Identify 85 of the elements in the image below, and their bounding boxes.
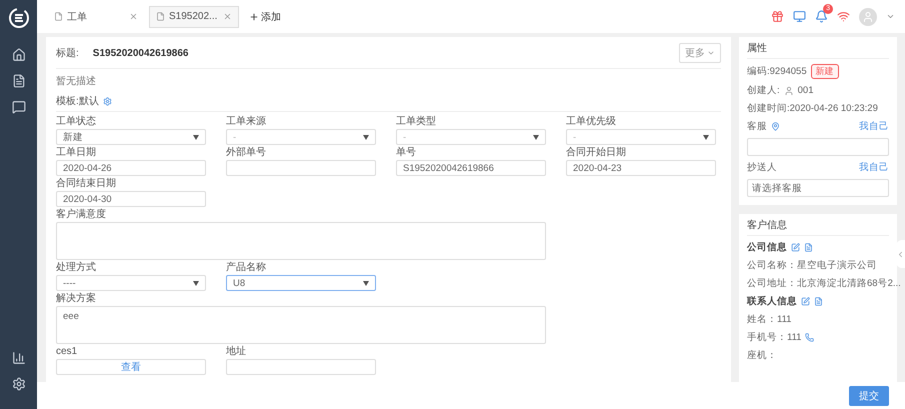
ticket-title: S1952020042619866 — [92, 48, 188, 58]
caret-icon — [193, 134, 199, 140]
field-label: 合同结束日期 — [56, 178, 117, 190]
field-label: 解决方案 — [56, 293, 97, 305]
info-text: 公司名称：星空电子演示公司 — [747, 259, 877, 272]
settings-icon[interactable] — [12, 377, 26, 391]
file-icon — [54, 12, 63, 21]
caret-icon — [193, 280, 199, 286]
input-field[interactable]: 2020-04-26 — [56, 160, 206, 176]
assign-self-link[interactable]: 我自己 — [859, 161, 889, 174]
monitor-icon[interactable] — [793, 10, 806, 23]
document-icon[interactable] — [804, 243, 813, 252]
description: 暂无描述 — [56, 74, 97, 89]
template-label: 模板:默认 — [56, 94, 99, 108]
field-label: 外部单号 — [226, 147, 267, 159]
view-link[interactable]: 查看 — [121, 360, 141, 374]
message-icon[interactable] — [12, 100, 26, 114]
plus-icon — [249, 12, 259, 22]
phone-icon[interactable] — [805, 333, 814, 342]
collapse-handle[interactable] — [896, 240, 905, 268]
text-area[interactable]: eee — [56, 306, 546, 344]
section-title: 公司信息 — [747, 241, 787, 254]
select-field[interactable]: U8 — [226, 275, 376, 291]
document-icon[interactable] — [12, 74, 26, 88]
service-field[interactable] — [747, 138, 889, 156]
close-icon[interactable] — [223, 12, 232, 21]
field-label: 抄送人 — [747, 161, 777, 174]
info-text: 座机： — [747, 349, 777, 362]
input-field[interactable] — [226, 160, 376, 176]
input-field[interactable]: S1952020042619866 — [396, 160, 546, 176]
section-title: 联系人信息 — [747, 295, 797, 308]
logo-icon — [8, 8, 28, 28]
status-tag: 新建 — [810, 64, 839, 79]
location-icon — [771, 122, 780, 131]
document-icon[interactable] — [814, 297, 823, 306]
settings-icon[interactable] — [102, 96, 112, 106]
card-title: 客户信息 — [747, 218, 889, 236]
select-field[interactable]: 新建 — [56, 129, 206, 145]
field-label: 地址 — [226, 346, 247, 358]
caret-icon — [707, 49, 715, 57]
creator-name: 001 — [798, 85, 814, 96]
field-label: 产品名称 — [226, 262, 267, 274]
field-label: 工单状态 — [56, 116, 97, 128]
select-field[interactable]: ---- — [56, 275, 206, 291]
input-field[interactable]: 2020-04-23 — [566, 160, 716, 176]
field-label: 工单日期 — [56, 147, 97, 159]
bell-icon[interactable] — [815, 10, 828, 23]
gift-icon[interactable] — [771, 10, 784, 23]
field-label: 单号 — [396, 147, 417, 159]
more-button[interactable]: 更多 — [679, 43, 721, 63]
edit-icon[interactable] — [801, 297, 810, 306]
field-label: 工单来源 — [226, 116, 267, 128]
assign-self-link[interactable]: 我自己 — [859, 120, 889, 133]
field-label: ces1 — [56, 346, 78, 358]
user-icon — [784, 86, 794, 96]
info-text: 手机号：111 — [747, 331, 802, 344]
caret-icon — [703, 134, 709, 140]
chart-icon[interactable] — [12, 351, 26, 365]
field-label: 处理方式 — [56, 262, 97, 274]
caret-icon — [533, 134, 539, 140]
field-label: 合同开始日期 — [566, 147, 627, 159]
input-field[interactable]: 2020-04-30 — [56, 191, 206, 207]
field-label: 客户满意度 — [56, 209, 107, 221]
input-field[interactable] — [226, 359, 376, 375]
field-label: 工单优先级 — [566, 116, 617, 128]
info-text: 姓名：111 — [747, 313, 792, 326]
caret-icon[interactable] — [886, 12, 895, 21]
title-label: 标题: — [56, 46, 79, 60]
edit-icon[interactable] — [791, 243, 800, 252]
field-label: 工单类型 — [396, 116, 437, 128]
tab[interactable]: S195202... — [149, 6, 239, 28]
created-time: 创建时间:2020-04-26 10:23:29 — [747, 102, 879, 115]
caret-icon — [363, 134, 369, 140]
info-text: 公司地址：北京海淀北清路68号2... — [747, 277, 901, 290]
creator-label: 创建人: — [747, 84, 780, 97]
file-icon — [156, 12, 165, 21]
cc-field[interactable]: 请选择客服 — [747, 179, 889, 197]
home-icon[interactable] — [12, 48, 26, 62]
submit-button[interactable]: 提交 — [849, 386, 889, 406]
close-icon[interactable] — [129, 12, 138, 21]
card-title: 属性 — [747, 41, 889, 59]
add-tab-button[interactable]: 添加 — [243, 10, 287, 24]
caret-icon — [363, 280, 369, 286]
code-text: 编码:9294055 — [747, 65, 807, 78]
field-label: 客服 — [747, 120, 767, 133]
